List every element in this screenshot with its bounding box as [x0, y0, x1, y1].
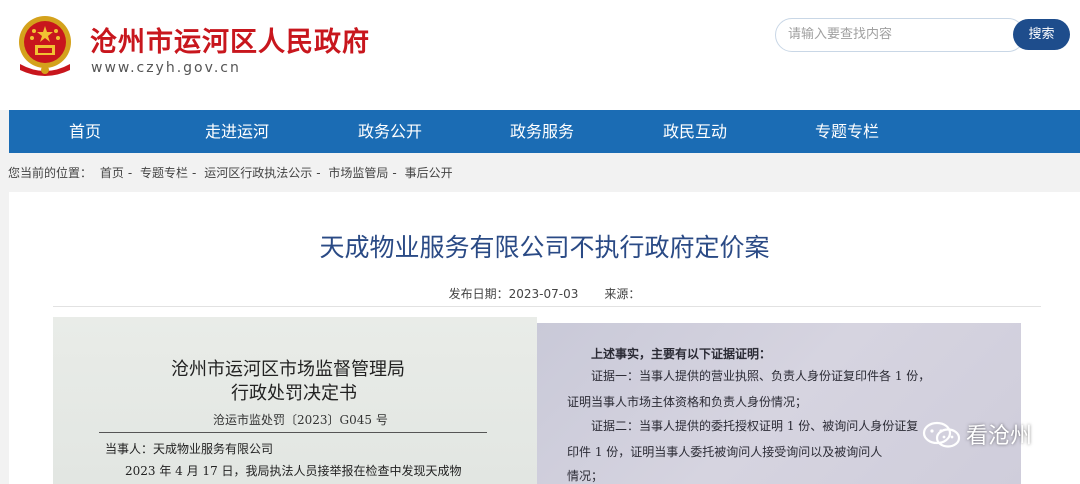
nav-item-home[interactable]: 首页	[15, 110, 155, 153]
nav-item-gov-affairs[interactable]: 政务公开	[320, 110, 460, 153]
article-title: 天成物业服务有限公司不执行政府定价案	[319, 233, 770, 262]
breadcrumb-item[interactable]: 运河区行政执法公示	[204, 166, 312, 180]
breadcrumb-separator: -	[127, 166, 133, 180]
source-label: 来源：	[604, 287, 641, 301]
divider	[53, 306, 1041, 307]
article-meta: 发布日期：2023-07-03 来源：	[9, 285, 1080, 302]
breadcrumb-item[interactable]: 事后公开	[405, 166, 453, 180]
national-emblem-icon	[19, 16, 71, 76]
document-line: 印件 1 份，证明当事人委托被询问人接受询问以及被询问人	[567, 445, 883, 459]
document-line: 情况；	[567, 469, 604, 483]
watermark-text: 看沧州	[966, 424, 1033, 449]
date-label: 发布日期：	[448, 287, 509, 301]
main-nav: 首页 走进运河 政务公开 政务服务 政民互动 专题专栏	[9, 110, 1080, 153]
nav-item-services[interactable]: 政务服务	[472, 110, 612, 153]
wechat-icon	[922, 421, 961, 448]
breadcrumb-separator: -	[392, 166, 397, 180]
document-image-right: 上述事实，主要有以下证据证明： 证据一：当事人提供的营业执照、负责人身份证复印件…	[537, 323, 1021, 484]
search-input[interactable]	[788, 27, 1008, 42]
breadcrumb: 您当前的位置： 首页 - 专题专栏 - 运河区行政执法公示 - 市场监管局 - 事后公开	[8, 164, 457, 181]
breadcrumb-prefix: 您当前的位置：	[8, 166, 93, 180]
search-button[interactable]: 搜索	[1013, 19, 1070, 50]
nav-item-topics[interactable]: 专题专栏	[777, 110, 917, 153]
document-line: 2023 年 4 月 17 日，我局执法人员接举报在检查中发现天成物	[125, 464, 462, 478]
site-header: 沧州市运河区人民政府 www.czyh.gov.cn 搜索	[0, 0, 1080, 110]
document-line: 上述事实，主要有以下证据证明：	[591, 347, 772, 361]
breadcrumb-item[interactable]: 首页	[100, 166, 124, 180]
site-name[interactable]: 沧州市运河区人民政府	[90, 20, 370, 59]
search-box	[775, 18, 1025, 52]
breadcrumb-item[interactable]: 专题专栏	[140, 166, 188, 180]
document-rule	[99, 432, 487, 433]
publish-date: 2023-07-03	[508, 287, 579, 301]
document-image-left: 沧州市运河区市场监督管理局 行政处罚决定书 沧运市监处罚〔2023〕G045 号…	[53, 317, 537, 484]
document-party: 当事人：天成物业服务有限公司	[105, 442, 274, 456]
article-content: 天成物业服务有限公司不执行政府定价案 发布日期：2023-07-03 来源： 沧州…	[9, 192, 1080, 484]
breadcrumb-item[interactable]: 市场监管局	[328, 166, 388, 180]
document-number: 沧运市监处罚〔2023〕G045 号	[213, 413, 388, 427]
document-title: 沧州市运河区市场监督管理局	[171, 359, 405, 380]
site-url: www.czyh.gov.cn	[91, 60, 241, 76]
document-line: 证据二：当事人提供的委托授权证明 1 份、被询问人身份证复	[591, 419, 919, 433]
nav-item-interaction[interactable]: 政民互动	[625, 110, 765, 153]
document-line: 证据一：当事人提供的营业执照、负责人身份证复印件各 1 份，	[591, 369, 931, 383]
document-subtitle: 行政处罚决定书	[231, 383, 357, 404]
breadcrumb-separator: -	[192, 166, 197, 180]
document-line: 证明当事人市场主体资格和负责人身份情况；	[567, 395, 808, 409]
breadcrumb-separator: -	[316, 166, 321, 180]
nav-item-about[interactable]: 走进运河	[167, 110, 307, 153]
